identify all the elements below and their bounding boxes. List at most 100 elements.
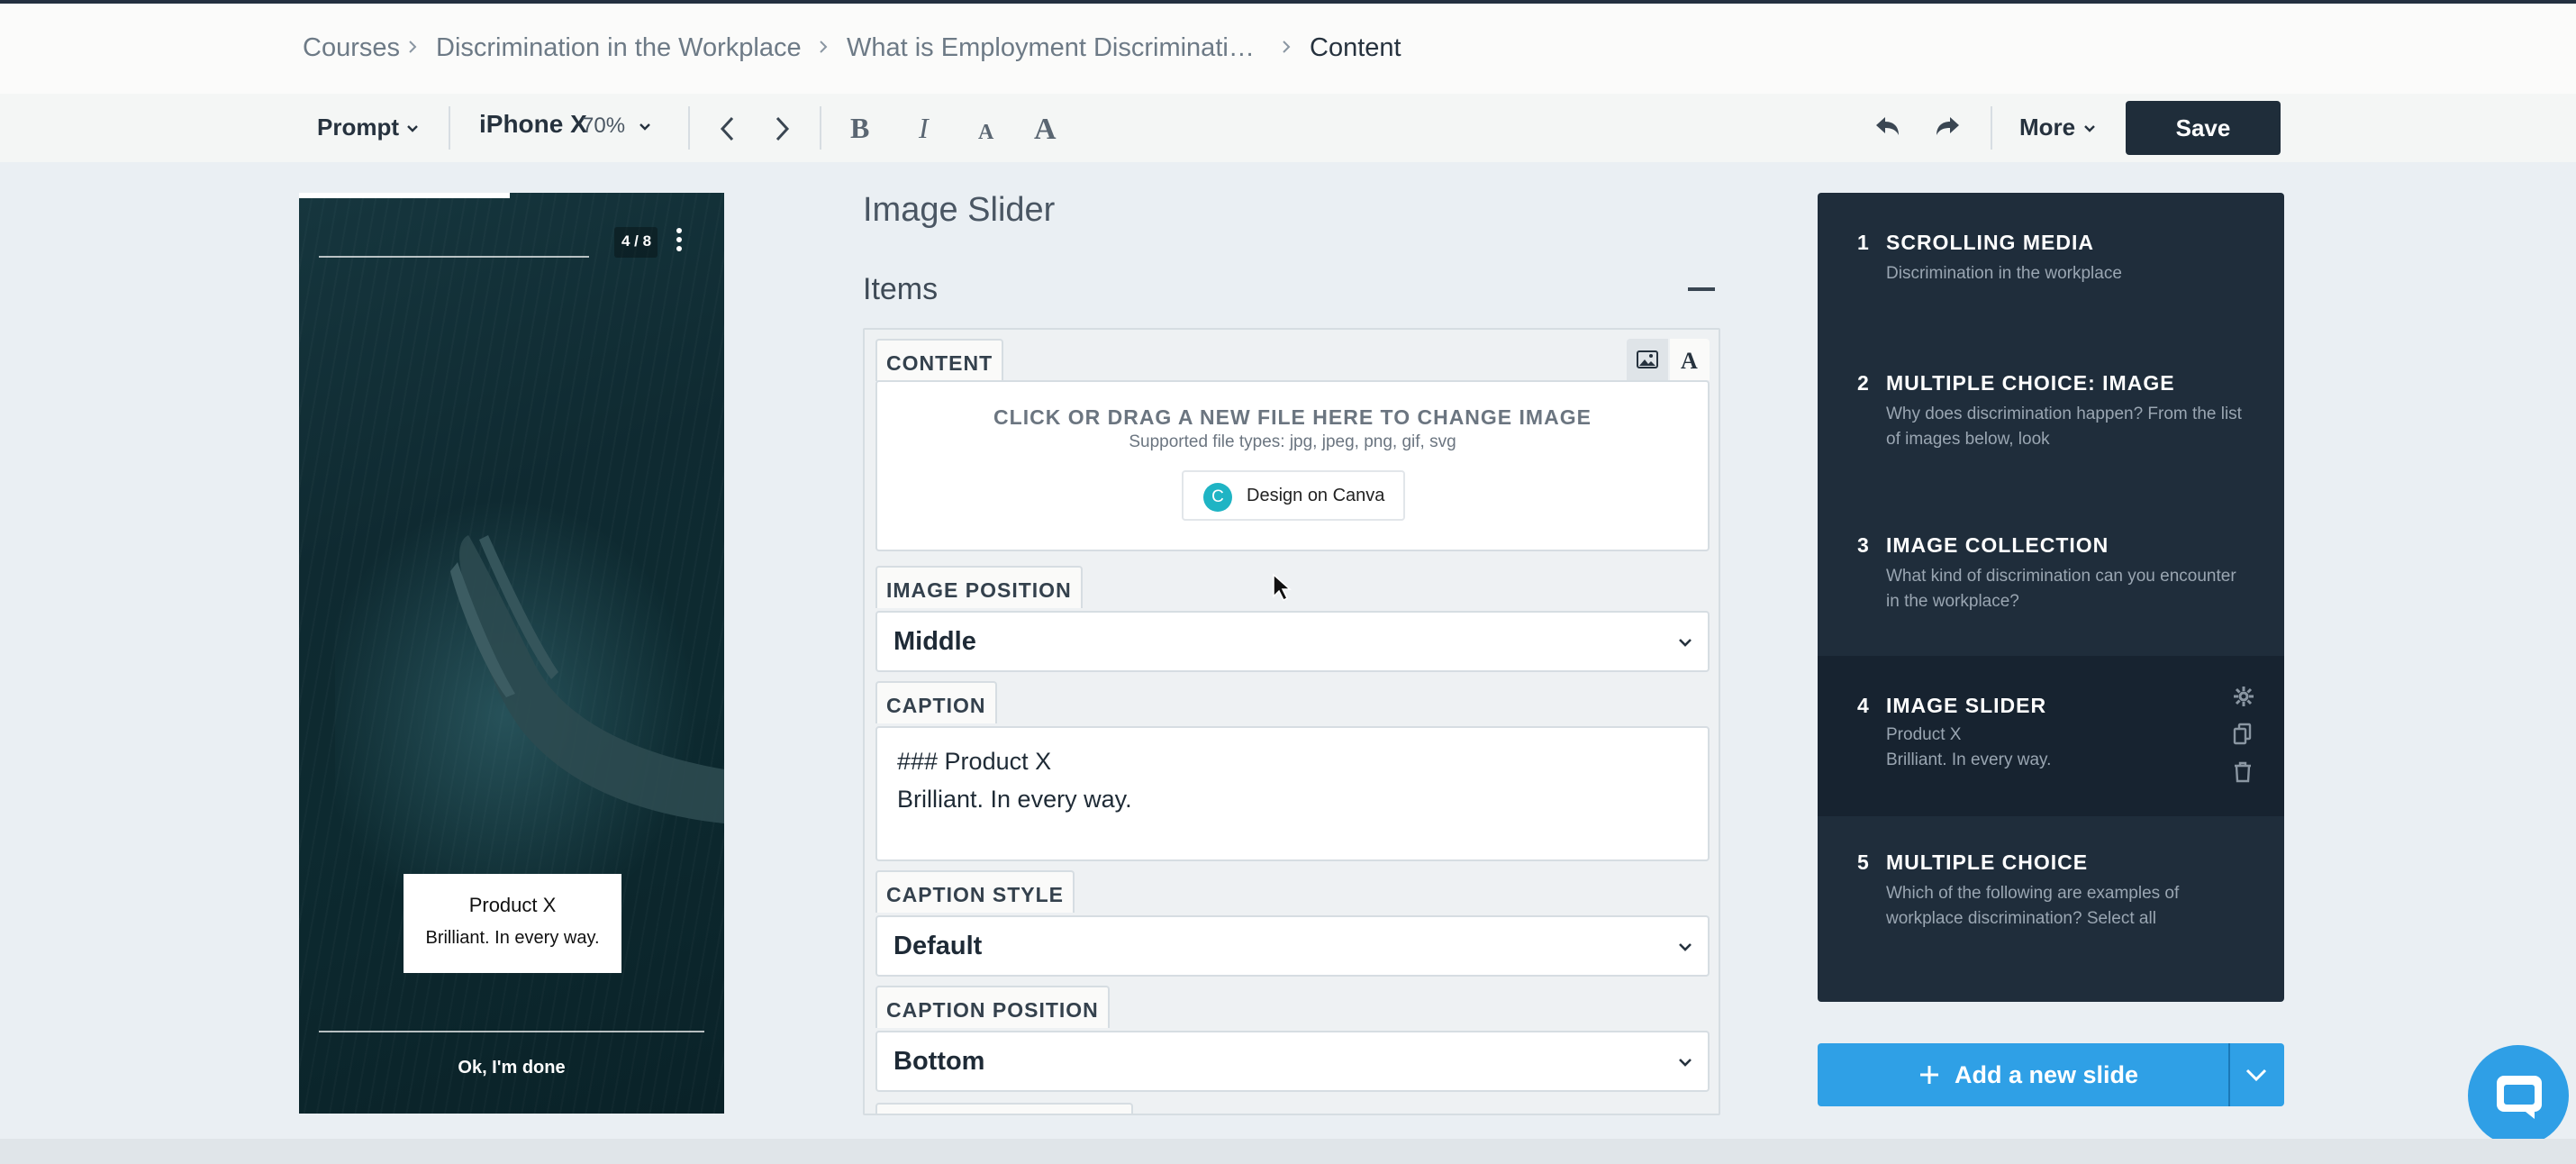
image-position-select[interactable]: Middle: [875, 611, 1710, 672]
phone-preview: 4 / 8 Product X Brilliant. In every way.…: [299, 193, 724, 1114]
breadcrumb-courses[interactable]: Courses: [303, 33, 400, 63]
divider: [449, 106, 450, 150]
more-vertical-icon[interactable]: [676, 227, 683, 252]
add-slide-button[interactable]: Add a new slide: [1818, 1043, 2284, 1106]
image-position-value: Middle: [893, 627, 976, 656]
caption-textarea[interactable]: ### Product X Brilliant. In every way.: [875, 726, 1710, 861]
slide-item-3[interactable]: 3 IMAGE COLLECTION What kind of discrimi…: [1818, 496, 2284, 656]
chat-launcher[interactable]: [2468, 1045, 2569, 1146]
chevron-down-icon[interactable]: [2245, 1065, 2268, 1085]
design-on-canva-button[interactable]: C Design on Canva: [1182, 470, 1405, 521]
slide-description: Product X Brilliant. In every way.: [1886, 725, 2052, 769]
caption-position-value: Bottom: [893, 1047, 985, 1076]
text-mode-toggle[interactable]: A: [1670, 339, 1710, 380]
dropzone-subtitle: Supported file types: jpg, jpeg, png, gi…: [1129, 432, 1456, 451]
text-icon: A: [1681, 348, 1698, 371]
slide-description: Discrimination in the workplace: [1886, 264, 2122, 283]
svg-text:A: A: [1034, 113, 1057, 142]
chevron-down-icon: [2084, 125, 2095, 132]
chevron-right-icon: [1283, 41, 1291, 53]
slide-description: Why does discrimination happen? From the…: [1886, 405, 2242, 449]
chevron-down-icon: [407, 125, 418, 132]
caption-style-select[interactable]: Default: [875, 915, 1710, 977]
svg-text:B: B: [850, 114, 869, 142]
next-field-tab: [875, 1103, 1133, 1114]
chat-icon: [2497, 1076, 2542, 1119]
slide-item-5[interactable]: 5 MULTIPLE CHOICE Which of the following…: [1818, 816, 2284, 1002]
slide-counter: 4 / 8: [621, 232, 652, 250]
caption-position-label: CAPTION POSITION: [875, 986, 1110, 1028]
bold-icon[interactable]: B: [847, 114, 875, 142]
redo-icon[interactable]: [1933, 114, 1962, 141]
items-heading: Items: [863, 272, 939, 306]
divider: [2228, 1043, 2230, 1106]
slide-item-4[interactable]: 4 IMAGE SLIDER Product X Brilliant. In e…: [1818, 656, 2284, 816]
text-large-icon[interactable]: A: [1032, 112, 1063, 142]
slide-number: 3: [1857, 533, 1869, 557]
chevron-right-icon: [820, 41, 828, 53]
canva-button-label: Design on Canva: [1247, 486, 1385, 505]
prev-slide-icon[interactable]: [717, 115, 739, 142]
breadcrumb-lesson[interactable]: What is Employment Discriminati…: [847, 33, 1255, 63]
bottom-scroll-area: [0, 1139, 2576, 1164]
caption-card-body: Brilliant. In every way.: [425, 928, 600, 948]
item-editor-panel: CONTENT A CLICK OR DRAG A NEW FILE HERE …: [863, 328, 1720, 1115]
caption-position-select[interactable]: Bottom: [875, 1031, 1710, 1092]
svg-text:A: A: [978, 121, 994, 142]
canva-logo-icon: C: [1203, 483, 1232, 512]
slide-title: IMAGE COLLECTION: [1886, 533, 2109, 557]
divider: [820, 106, 821, 150]
duplicate-icon[interactable]: [2232, 723, 2254, 746]
chevron-down-icon: [1679, 639, 1692, 647]
trash-icon[interactable]: [2232, 760, 2254, 784]
collapse-icon[interactable]: [1688, 287, 1715, 291]
slide-number: 5: [1857, 850, 1869, 874]
hand-image: [450, 535, 724, 823]
slide-number: 4: [1857, 694, 1869, 717]
device-name: iPhone X: [479, 110, 587, 138]
header-rule: [319, 256, 589, 258]
caption-card: Product X Brilliant. In every way.: [404, 874, 621, 973]
slide-number: 2: [1857, 371, 1869, 395]
undo-icon[interactable]: [1873, 114, 1902, 141]
caption-text: ### Product X Brilliant. In every way.: [897, 748, 1132, 813]
caption-style-label: CAPTION STYLE: [875, 870, 1075, 913]
divider: [688, 106, 690, 150]
slide-item-2[interactable]: 2 MULTIPLE CHOICE: IMAGE Why does discri…: [1818, 333, 2284, 496]
slide-title: MULTIPLE CHOICE: [1886, 850, 2089, 874]
progress-bar: [299, 193, 510, 198]
text-small-icon[interactable]: A: [975, 117, 1000, 142]
slide-item-1[interactable]: 1 SCROLLING MEDIA Discrimination in the …: [1818, 193, 2284, 333]
chevron-down-icon: [1679, 1059, 1692, 1067]
footer-rule: [319, 1031, 704, 1032]
divider: [1991, 106, 1992, 150]
content-label: CONTENT: [875, 339, 1004, 381]
breadcrumb-current: Content: [1310, 33, 1401, 62]
mode-label: Prompt: [317, 114, 399, 141]
slide-description: What kind of discrimination can you enco…: [1886, 567, 2236, 611]
mouse-cursor-icon: [1273, 573, 1292, 602]
save-button[interactable]: Save: [2126, 101, 2281, 155]
chevron-down-icon: [1679, 943, 1692, 951]
plus-icon: [1920, 1066, 1938, 1084]
image-mode-toggle[interactable]: [1627, 339, 1668, 380]
chevron-down-icon: [639, 123, 650, 131]
image-icon: [1637, 350, 1658, 368]
breadcrumb-course[interactable]: Discrimination in the Workplace: [436, 33, 802, 63]
image-position-label: IMAGE POSITION: [875, 566, 1083, 608]
slide-title: IMAGE SLIDER: [1886, 694, 2047, 717]
svg-text:A: A: [1681, 348, 1698, 371]
gear-icon[interactable]: [2232, 685, 2255, 708]
chevron-right-icon: [409, 41, 417, 53]
slide-list: 1 SCROLLING MEDIA Discrimination in the …: [1818, 193, 2284, 1002]
dropzone-title: CLICK OR DRAG A NEW FILE HERE TO CHANGE …: [993, 405, 1592, 429]
slide-description: Which of the following are examples of w…: [1886, 884, 2180, 928]
device-zoom: 70%: [582, 114, 626, 138]
italic-icon[interactable]: I: [912, 114, 940, 142]
caption-label: CAPTION: [875, 681, 997, 723]
done-button[interactable]: Ok, I'm done: [299, 1058, 724, 1078]
slide-title: SCROLLING MEDIA: [1886, 231, 2094, 254]
next-slide-icon[interactable]: [771, 115, 793, 142]
editor-toolbar: Prompt iPhone X 70% B I A A More Save: [0, 94, 2576, 162]
image-dropzone[interactable]: CLICK OR DRAG A NEW FILE HERE TO CHANGE …: [875, 380, 1710, 551]
